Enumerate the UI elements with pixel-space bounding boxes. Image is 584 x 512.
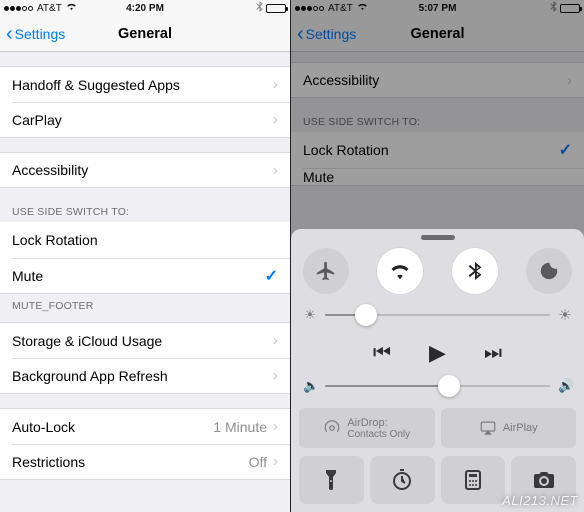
back-label: Settings bbox=[306, 26, 357, 42]
nav-bar: ‹ Settings General bbox=[0, 16, 290, 52]
check-icon: ✓ bbox=[265, 266, 278, 286]
flashlight-icon bbox=[319, 468, 343, 492]
toggle-bluetooth[interactable] bbox=[452, 248, 498, 294]
chevron-right-icon: › bbox=[273, 418, 278, 435]
airdrop-button[interactable]: AirDrop: Contacts Only bbox=[299, 408, 435, 448]
clock-label: 5:07 PM bbox=[419, 3, 457, 14]
battery-icon bbox=[560, 4, 580, 13]
control-center: ☀ ☀ ⏮ ▶ ⏭ 🔈 🔊 AirDrop: Contacts bbox=[291, 229, 584, 512]
chevron-right-icon: › bbox=[567, 72, 572, 89]
toggle-airplane[interactable] bbox=[303, 248, 349, 294]
status-bar: AT&T 4:20 PM bbox=[0, 0, 290, 16]
settings-pane-right: AT&T 5:07 PM ‹ Settings General Accessib… bbox=[291, 0, 584, 512]
chevron-right-icon: › bbox=[273, 111, 278, 128]
prev-track-button[interactable]: ⏮ bbox=[373, 342, 391, 365]
carrier-label: AT&T bbox=[37, 3, 62, 14]
timer-button[interactable] bbox=[370, 456, 435, 504]
volume-low-icon: 🔈 bbox=[303, 378, 317, 394]
flashlight-button[interactable] bbox=[299, 456, 364, 504]
volume-slider[interactable]: 🔈 🔊 bbox=[299, 376, 576, 404]
section-footer: MUTE_FOOTER bbox=[0, 296, 290, 316]
chevron-right-icon: › bbox=[273, 332, 278, 349]
chevron-right-icon: › bbox=[273, 367, 278, 384]
signal-dots-icon bbox=[295, 6, 324, 11]
bluetooth-icon bbox=[256, 1, 263, 15]
cell-background-refresh[interactable]: Background App Refresh › bbox=[0, 358, 290, 394]
chevron-right-icon: › bbox=[273, 162, 278, 179]
calculator-icon bbox=[461, 468, 485, 492]
cell-auto-lock[interactable]: Auto-Lock 1 Minute › bbox=[0, 408, 290, 444]
cell-lock-rotation[interactable]: Lock Rotation ✓ bbox=[291, 132, 584, 168]
toggle-wifi[interactable] bbox=[377, 248, 423, 294]
cell-handoff[interactable]: Handoff & Suggested Apps › bbox=[0, 66, 290, 102]
cell-mute[interactable]: Mute bbox=[291, 168, 584, 186]
airplay-button[interactable]: AirPlay bbox=[441, 408, 577, 448]
section-header: USE SIDE SWITCH TO: bbox=[0, 202, 290, 222]
toggle-dnd[interactable] bbox=[526, 248, 572, 294]
cell-accessibility[interactable]: Accessibility › bbox=[291, 62, 584, 98]
chevron-right-icon: › bbox=[273, 453, 278, 470]
cell-carplay[interactable]: CarPlay › bbox=[0, 102, 290, 138]
cell-restrictions[interactable]: Restrictions Off › bbox=[0, 444, 290, 480]
airdrop-icon bbox=[323, 419, 341, 437]
back-button[interactable]: ‹ Settings bbox=[6, 26, 65, 42]
watermark: ALI213.NET bbox=[502, 493, 578, 508]
section-header: USE SIDE SWITCH TO: bbox=[291, 112, 584, 132]
cell-lock-rotation[interactable]: Lock Rotation bbox=[0, 222, 290, 258]
signal-dots-icon bbox=[4, 6, 33, 11]
chevron-right-icon: › bbox=[273, 76, 278, 93]
carrier-label: AT&T bbox=[328, 3, 353, 14]
calculator-button[interactable] bbox=[441, 456, 506, 504]
timer-icon bbox=[390, 468, 414, 492]
battery-icon bbox=[266, 4, 286, 13]
wifi-icon bbox=[66, 2, 77, 14]
brightness-slider[interactable]: ☀ ☀ bbox=[299, 304, 576, 334]
wifi-icon bbox=[357, 2, 368, 14]
play-button[interactable]: ▶ bbox=[429, 340, 446, 366]
nav-bar: ‹ Settings General bbox=[291, 16, 584, 52]
airplay-icon bbox=[479, 419, 497, 437]
cell-mute[interactable]: Mute ✓ bbox=[0, 258, 290, 294]
cell-storage[interactable]: Storage & iCloud Usage › bbox=[0, 322, 290, 358]
clock-label: 4:20 PM bbox=[126, 3, 164, 14]
camera-icon bbox=[532, 468, 556, 492]
volume-high-icon: 🔊 bbox=[558, 378, 572, 394]
status-bar: AT&T 5:07 PM bbox=[291, 0, 584, 16]
bluetooth-icon bbox=[550, 1, 557, 15]
settings-pane-left: AT&T 4:20 PM ‹ Settings General Handoff … bbox=[0, 0, 291, 512]
page-title: General bbox=[411, 26, 465, 42]
cell-accessibility[interactable]: Accessibility › bbox=[0, 152, 290, 188]
brightness-high-icon: ☀ bbox=[558, 306, 572, 324]
check-icon: ✓ bbox=[559, 140, 572, 160]
brightness-low-icon: ☀ bbox=[303, 307, 317, 323]
page-title: General bbox=[118, 26, 172, 42]
next-track-button[interactable]: ⏭ bbox=[484, 342, 502, 365]
back-button[interactable]: ‹ Settings bbox=[297, 26, 356, 42]
back-label: Settings bbox=[15, 26, 66, 42]
grabber-icon[interactable] bbox=[421, 235, 455, 240]
